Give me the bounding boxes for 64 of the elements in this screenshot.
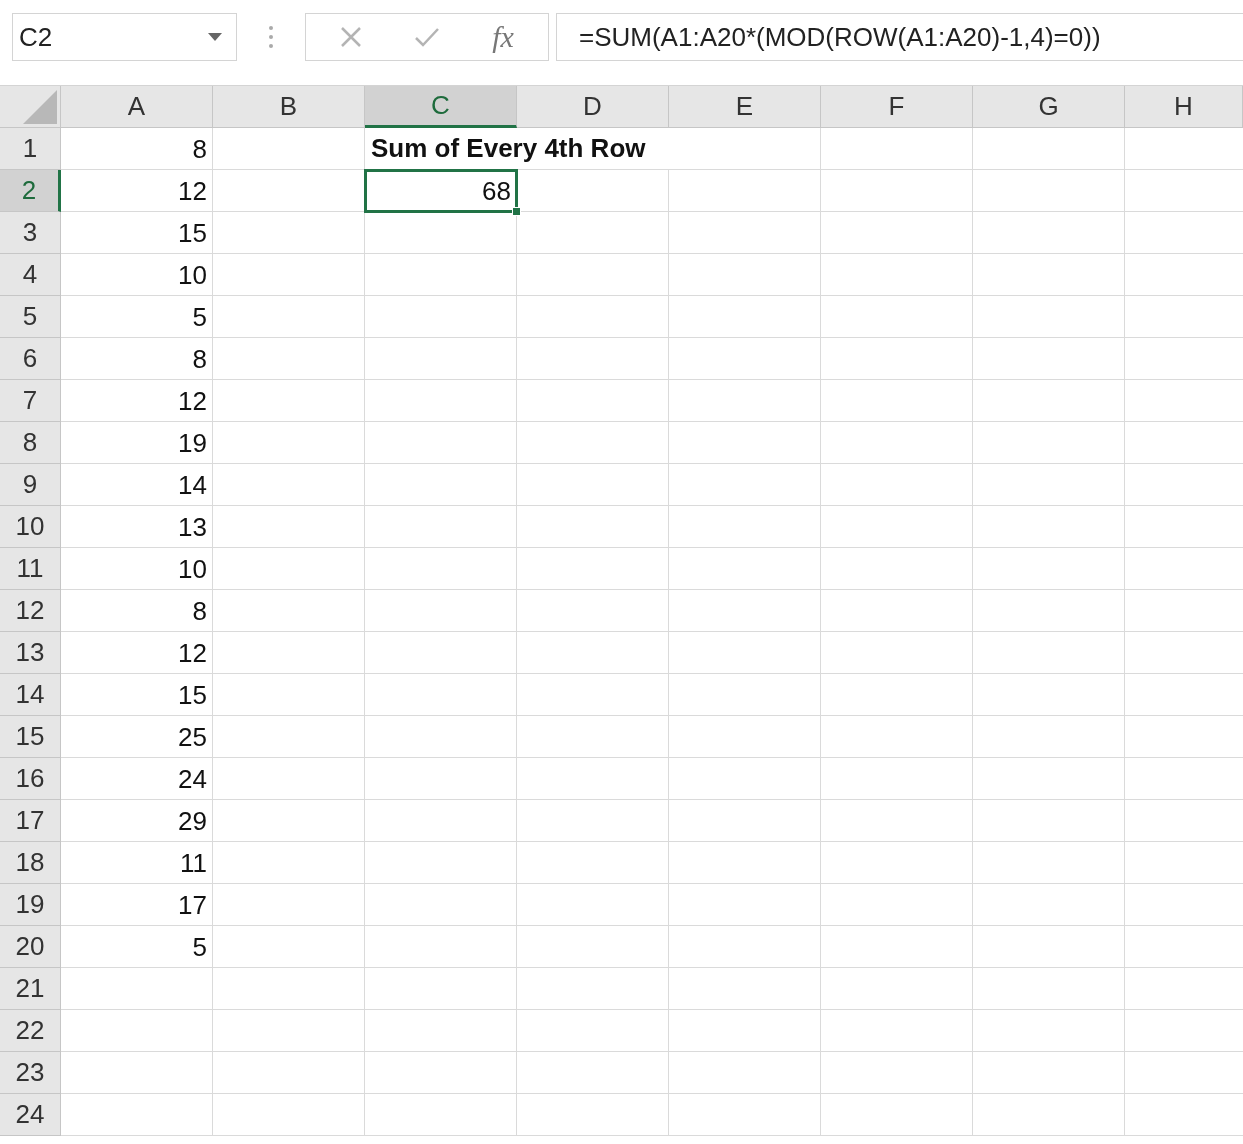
column-header[interactable]: G	[973, 86, 1125, 128]
row-header[interactable]: 19	[0, 884, 61, 926]
row-header[interactable]: 10	[0, 506, 61, 548]
row-header[interactable]: 6	[0, 338, 61, 380]
row-header[interactable]: 5	[0, 296, 61, 338]
table-cell[interactable]: 10	[61, 254, 213, 296]
column-header[interactable]: A	[61, 86, 213, 128]
triangle-icon	[23, 90, 57, 124]
table-cell[interactable]: 24	[61, 758, 213, 800]
table-cell[interactable]: 12	[61, 170, 213, 212]
row-header[interactable]: 16	[0, 758, 61, 800]
table-cell[interactable]: 29	[61, 800, 213, 842]
caret-icon	[208, 33, 222, 41]
select-all-corner[interactable]	[0, 86, 61, 128]
row-header[interactable]: 12	[0, 590, 61, 632]
insert-function-button[interactable]: fx	[492, 20, 514, 54]
row-header[interactable]: 14	[0, 674, 61, 716]
heading-cell[interactable]: Sum of Every 4th Row	[365, 128, 669, 170]
table-cell[interactable]: 15	[61, 212, 213, 254]
column-header[interactable]: F	[821, 86, 973, 128]
table-cell[interactable]: 12	[61, 632, 213, 674]
table-cell[interactable]: 10	[61, 548, 213, 590]
row-header[interactable]: 15	[0, 716, 61, 758]
row-header[interactable]: 22	[0, 1010, 61, 1052]
table-cell[interactable]: 17	[61, 884, 213, 926]
row-header[interactable]: 20	[0, 926, 61, 968]
row-header[interactable]: 4	[0, 254, 61, 296]
row-header[interactable]: 3	[0, 212, 61, 254]
table-cell[interactable]: 8	[61, 128, 213, 170]
table-cell[interactable]: 11	[61, 842, 213, 884]
row-header[interactable]: 17	[0, 800, 61, 842]
column-header[interactable]: B	[213, 86, 365, 128]
table-cell[interactable]: 8	[61, 338, 213, 380]
table-cell[interactable]: 13	[61, 506, 213, 548]
row-header[interactable]: 23	[0, 1052, 61, 1094]
row-header[interactable]: 9	[0, 464, 61, 506]
row-header[interactable]: 24	[0, 1094, 61, 1136]
column-header[interactable]: C	[365, 86, 517, 128]
table-cell[interactable]: 5	[61, 296, 213, 338]
column-header[interactable]: E	[669, 86, 821, 128]
table-cell[interactable]: 15	[61, 674, 213, 716]
check-icon[interactable]	[414, 26, 441, 48]
cancel-icon[interactable]	[340, 26, 363, 48]
cell-reference: C2	[19, 21, 53, 53]
grip-icon	[269, 25, 273, 49]
column-header[interactable]: D	[517, 86, 669, 128]
column-header[interactable]: H	[1125, 86, 1243, 128]
row-header[interactable]: 11	[0, 548, 61, 590]
table-cell[interactable]: 8	[61, 590, 213, 632]
table-cell[interactable]: 19	[61, 422, 213, 464]
fill-handle[interactable]	[512, 207, 521, 216]
row-header[interactable]: 2	[0, 170, 61, 212]
name-box[interactable]: C2	[12, 13, 237, 61]
row-header[interactable]: 8	[0, 422, 61, 464]
row-header[interactable]: 7	[0, 380, 61, 422]
formula-field[interactable]: =SUM(A1:A20*(MOD(ROW(A1:A20)-1,4)=0))	[556, 13, 1243, 61]
table-cell[interactable]: 25	[61, 716, 213, 758]
table-cell[interactable]: 5	[61, 926, 213, 968]
row-header[interactable]: 21	[0, 968, 61, 1010]
row-header[interactable]: 13	[0, 632, 61, 674]
table-cell[interactable]: 12	[61, 380, 213, 422]
row-header[interactable]: 18	[0, 842, 61, 884]
row-header[interactable]: 1	[0, 128, 61, 170]
table-cell[interactable]: 14	[61, 464, 213, 506]
